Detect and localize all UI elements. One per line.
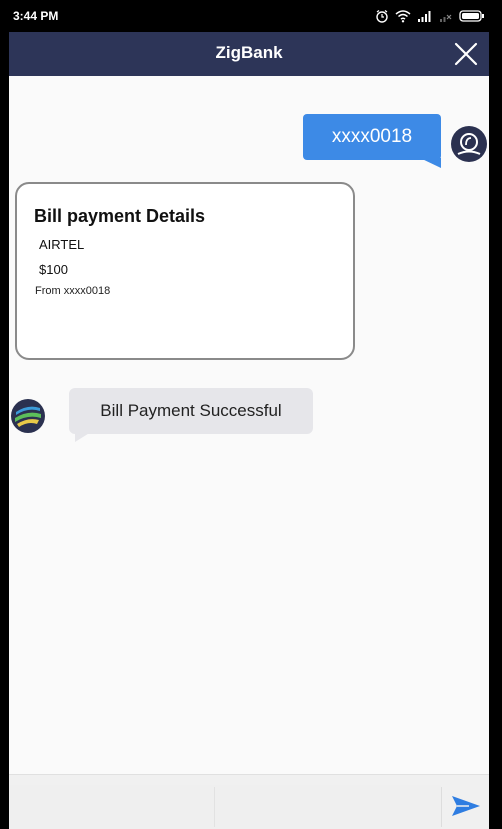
app-header: ZigBank [9,32,489,76]
status-bar: 3:44 PM [9,0,489,32]
chat-screen: 3:44 PM ZigBank xxxx0018 Bill payment De… [9,0,489,829]
wifi-icon [395,10,411,23]
status-icons [375,6,485,26]
bill-card-title: Bill payment Details [34,206,206,226]
input-divider [441,787,442,827]
bill-biller-name: AIRTEL [39,237,85,252]
bill-amount: $100 [39,262,68,277]
close-icon[interactable] [451,39,481,69]
input-divider [214,787,215,827]
bill-details-card: Bill payment Details AIRTEL $100 From xx… [15,182,355,360]
signal-icon [418,11,431,22]
send-icon[interactable] [449,791,483,821]
message-input-bar [9,774,489,829]
status-time: 3:44 PM [13,9,59,23]
bot-message-bubble: Bill Payment Successful [69,388,313,434]
bill-from-account: From xxxx0018 [35,285,111,297]
bot-bubble-tail [75,432,91,442]
user-avatar-icon [451,126,487,162]
message-input[interactable] [9,785,441,829]
bot-logo-icon [11,399,45,433]
battery-icon [459,10,484,22]
chat-area[interactable]: xxxx0018 Bill payment Details AIRTEL $10… [9,76,489,774]
header-title: ZigBank [215,43,283,62]
signal-empty-icon [440,14,452,22]
user-bubble-tail [420,158,441,168]
user-message-bubble: xxxx0018 [303,114,441,160]
alarm-icon [376,9,388,23]
